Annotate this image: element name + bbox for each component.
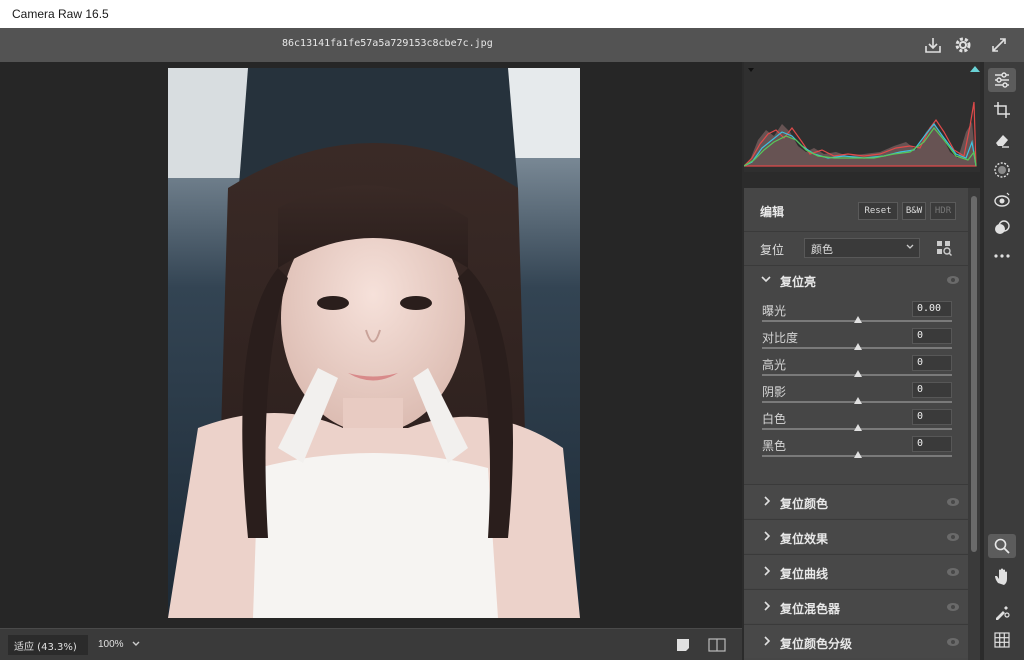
section-title: 复位颜色 — [780, 497, 829, 511]
panel-title: 编辑 — [760, 205, 785, 219]
slider-shadows: 阴影 0 — [744, 382, 968, 410]
before-after-icon[interactable] — [708, 638, 726, 652]
slider-thumb[interactable] — [854, 316, 862, 323]
slider-value-input[interactable]: 0 — [912, 328, 952, 344]
hand-icon[interactable] — [988, 564, 1016, 588]
chevron-right-icon — [764, 601, 771, 611]
profile-label: 复位 — [760, 243, 785, 257]
chevron-right-icon — [764, 496, 771, 506]
slider-label: 白色 — [762, 412, 787, 426]
section-light-header[interactable]: 复位亮 — [744, 266, 968, 294]
hdr-button[interactable]: HDR — [930, 202, 956, 220]
bw-button[interactable]: B&W — [902, 202, 926, 220]
chevron-down-icon[interactable] — [130, 638, 142, 650]
grid-icon[interactable] — [988, 628, 1016, 652]
slider-exposure: 曝光 0.00 — [744, 301, 968, 329]
slider-thumb[interactable] — [854, 370, 862, 377]
file-bar: 86c13141fa1fe57a5a729153c8cbe7c.jpg — [0, 28, 1024, 62]
slider-label: 曝光 — [762, 304, 787, 318]
eye-icon[interactable] — [946, 602, 960, 612]
section-light: 复位亮 曝光 0.00 对比度 0 高光 0 阴影 0 白色 0 黑色 0 — [744, 266, 968, 484]
section-effects[interactable]: 复位效果 — [744, 519, 968, 553]
profile-select[interactable]: 颜色 — [804, 238, 920, 258]
slider-value-input[interactable]: 0.00 — [912, 301, 952, 317]
section-curve[interactable]: 复位曲线 — [744, 554, 968, 588]
redeye-icon[interactable] — [988, 188, 1016, 212]
mask-icon[interactable] — [988, 158, 1016, 182]
tool-strip — [984, 62, 1024, 660]
chevron-right-icon — [764, 531, 771, 541]
more-icon[interactable] — [988, 244, 1016, 268]
highlight-clip-icon — [970, 66, 980, 72]
section-color[interactable]: 复位颜色 — [744, 484, 968, 518]
section-title: 复位混色器 — [780, 602, 841, 616]
file-name: 86c13141fa1fe57a5a729153c8cbe7c.jpg — [282, 38, 493, 49]
eye-icon[interactable] — [946, 497, 960, 507]
slider-whites: 白色 0 — [744, 409, 968, 437]
eye-icon[interactable] — [946, 532, 960, 542]
bottom-bar: 适应 (43.3%) 100% — [0, 628, 742, 660]
panel-scrollbar[interactable] — [968, 188, 980, 660]
slider-blacks: 黑色 0 — [744, 436, 968, 464]
slider-thumb[interactable] — [854, 343, 862, 350]
slider-label: 高光 — [762, 358, 787, 372]
edit-panel: 编辑 Reset B&W HDR 复位 颜色 复位亮 曝光 0.00 对比度 0 — [744, 188, 968, 660]
sliders-icon[interactable] — [988, 68, 1016, 92]
sampler-icon[interactable] — [988, 600, 1016, 624]
panel-header: 编辑 Reset B&W HDR — [744, 188, 968, 232]
section-mixer[interactable]: 复位混色器 — [744, 589, 968, 623]
section-title: 复位效果 — [780, 532, 829, 546]
histogram — [742, 62, 980, 172]
slider-value-input[interactable]: 0 — [912, 409, 952, 425]
slider-value-input[interactable]: 0 — [912, 355, 952, 371]
scrollbar-thumb[interactable] — [971, 196, 977, 552]
chevron-down-icon — [761, 276, 771, 283]
slider-value-input[interactable]: 0 — [912, 436, 952, 452]
eye-icon[interactable] — [946, 275, 960, 285]
fullscreen-icon[interactable] — [988, 34, 1010, 56]
shadow-clip-icon — [748, 68, 754, 72]
slider-value-input[interactable]: 0 — [912, 382, 952, 398]
fit-zoom-button[interactable]: 适应 (43.3%) — [8, 635, 88, 655]
slider-contrast: 对比度 0 — [744, 328, 968, 356]
presets-icon[interactable] — [988, 216, 1016, 240]
slider-thumb[interactable] — [854, 451, 862, 458]
section-light-title: 复位亮 — [780, 275, 817, 289]
save-icon[interactable] — [922, 34, 944, 56]
zoom-level[interactable]: 100% — [98, 639, 124, 650]
image-canvas[interactable] — [0, 62, 742, 628]
section-title: 复位曲线 — [780, 567, 829, 581]
profile-browser-icon[interactable] — [936, 240, 952, 256]
slider-highlights: 高光 0 — [744, 355, 968, 383]
slider-thumb[interactable] — [854, 424, 862, 431]
zoom-icon[interactable] — [988, 534, 1016, 558]
section-color-grading[interactable]: 复位颜色分级 — [744, 624, 968, 658]
chevron-down-icon — [906, 244, 914, 249]
window-title: Camera Raw 16.5 — [12, 7, 109, 21]
slider-label: 对比度 — [762, 331, 799, 345]
gear-icon[interactable] — [952, 34, 974, 56]
slider-label: 黑色 — [762, 439, 787, 453]
eye-icon[interactable] — [946, 567, 960, 577]
chevron-right-icon — [764, 566, 771, 576]
view-square-icon[interactable] — [676, 638, 690, 652]
eye-icon[interactable] — [946, 637, 960, 647]
photo-preview — [168, 68, 580, 618]
profile-row: 复位 颜色 — [744, 232, 968, 266]
section-title: 复位颜色分级 — [780, 637, 853, 651]
slider-thumb[interactable] — [854, 397, 862, 404]
reset-button[interactable]: Reset — [858, 202, 898, 220]
chevron-right-icon — [764, 636, 771, 646]
profile-select-value: 颜色 — [811, 244, 833, 256]
crop-icon[interactable] — [988, 98, 1016, 122]
slider-label: 阴影 — [762, 385, 787, 399]
eraser-icon[interactable] — [988, 128, 1016, 152]
window-titlebar: Camera Raw 16.5 — [0, 0, 1024, 28]
